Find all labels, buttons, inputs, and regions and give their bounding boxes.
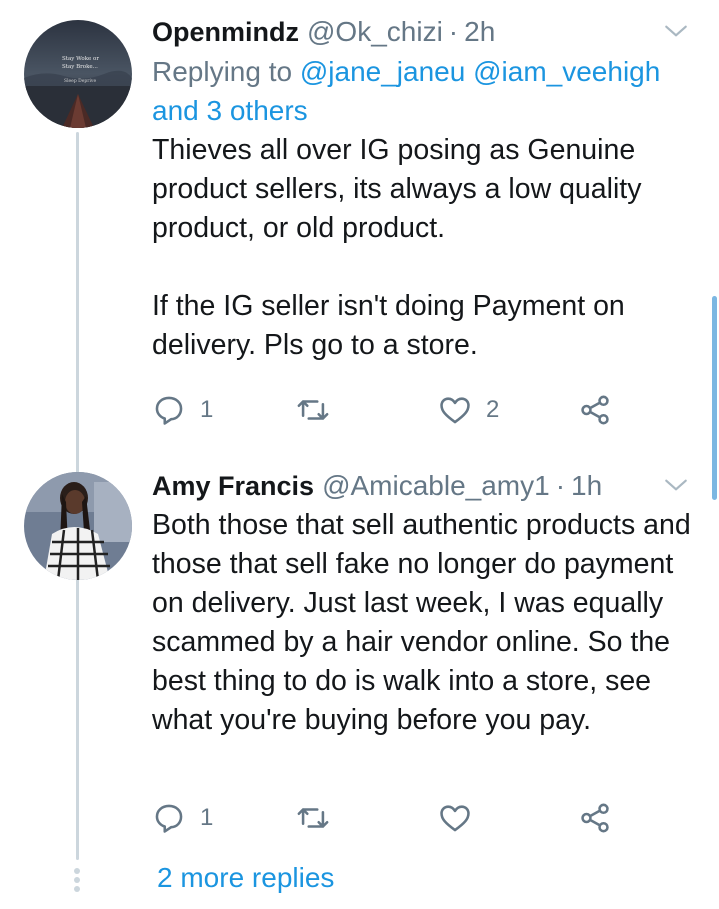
tweet-text: Thieves all over IG posing as Genuine pr… <box>152 134 642 361</box>
reply-icon <box>155 804 183 833</box>
user-handle[interactable]: @Amicable_amy1 <box>322 468 550 504</box>
display-name[interactable]: Amy Francis <box>152 468 314 504</box>
tweet-header: Openmindz @Ok_chizi · 2h <box>152 14 699 50</box>
avatar[interactable]: Stay Woke or Stay Broke... Sleep Deprive <box>24 20 132 128</box>
tweet[interactable]: Amy Francis @Amicable_amy1 · 1h Both tho… <box>152 468 699 740</box>
others-link[interactable]: and 3 others <box>152 95 308 126</box>
share-icon <box>581 803 609 833</box>
like-count: 2 <box>486 396 500 423</box>
chevron-down-icon[interactable] <box>663 472 689 498</box>
reply-button[interactable]: 1 <box>152 798 213 838</box>
tweet-actions: 1 <box>152 798 622 838</box>
share-button[interactable] <box>578 390 612 430</box>
retweet-icon <box>297 808 329 828</box>
timestamp[interactable]: 1h <box>571 468 602 504</box>
avatar-text-line-3: Sleep Deprive <box>64 78 96 84</box>
heart-icon <box>440 805 470 832</box>
avatar-image-openmindz: Stay Woke or Stay Broke... Sleep Deprive <box>24 20 132 128</box>
thread-dots <box>73 868 81 895</box>
share-icon <box>581 395 609 425</box>
like-button[interactable] <box>438 798 472 838</box>
tweet-actions: 1 2 <box>152 390 622 430</box>
timestamp[interactable]: 2h <box>464 14 495 50</box>
retweet-button[interactable] <box>296 798 330 838</box>
avatar-image-amy-francis <box>24 472 132 580</box>
share-button[interactable] <box>578 798 612 838</box>
retweet-button[interactable] <box>296 390 330 430</box>
mention-link[interactable]: @jane_janeu <box>300 56 465 87</box>
scrollbar[interactable] <box>712 296 717 500</box>
user-handle[interactable]: @Ok_chizi <box>307 14 443 50</box>
tweet-header: Amy Francis @Amicable_amy1 · 1h <box>152 468 699 504</box>
separator-dot: · <box>555 470 566 501</box>
more-replies-link[interactable]: 2 more replies <box>157 862 334 894</box>
avatar-text-line-2: Stay Broke... <box>62 64 98 70</box>
like-button[interactable]: 2 <box>438 390 499 430</box>
reply-button[interactable]: 1 <box>152 390 213 430</box>
avatar[interactable] <box>24 472 132 580</box>
separator-dot: · <box>448 16 459 47</box>
reply-count: 1 <box>200 396 214 423</box>
chevron-down-icon[interactable] <box>663 18 689 44</box>
reply-icon <box>155 396 183 425</box>
replying-to: Replying to @jane_janeu @iam_veehigh and… <box>152 52 699 130</box>
avatar-text-line-1: Stay Woke or <box>62 56 99 62</box>
heart-icon <box>440 397 470 424</box>
tweet[interactable]: Openmindz @Ok_chizi · 2h Replying to @ja… <box>152 14 699 365</box>
mention-link[interactable]: @iam_veehigh <box>473 56 660 87</box>
reply-count: 1 <box>200 804 214 831</box>
tweet-text: Both those that sell authentic products … <box>152 509 699 736</box>
display-name[interactable]: Openmindz <box>152 14 299 50</box>
retweet-icon <box>297 400 329 420</box>
replying-to-label: Replying to <box>152 56 293 87</box>
